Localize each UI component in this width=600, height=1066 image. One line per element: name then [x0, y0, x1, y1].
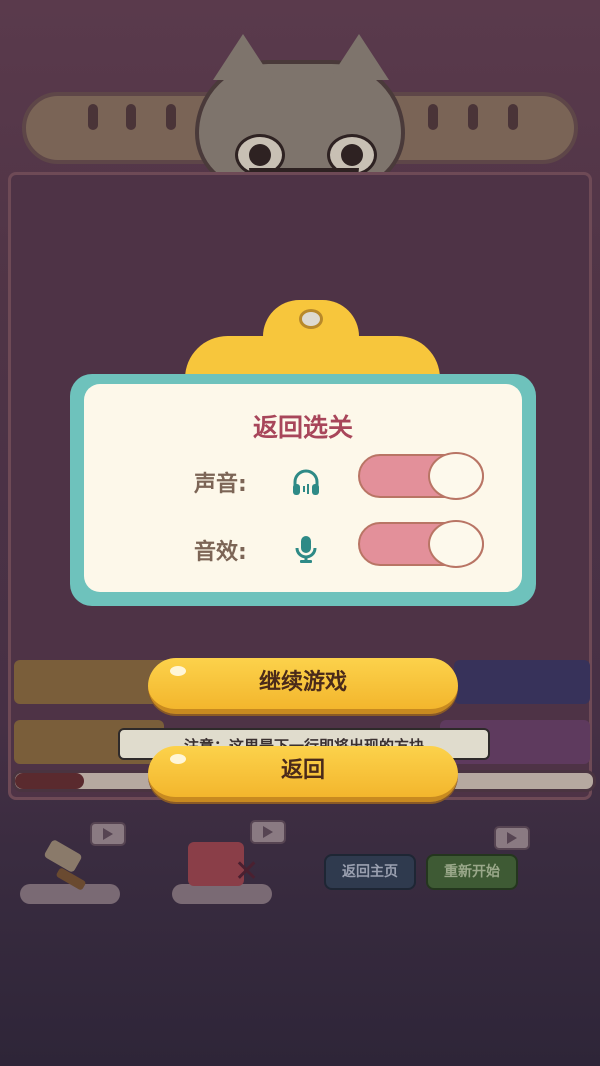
video-ad-icon — [90, 822, 126, 846]
back-label: 返回 — [280, 758, 325, 783]
continue-game-label: 继续游戏 — [258, 670, 347, 695]
back-button[interactable]: 返回 — [148, 746, 458, 802]
microphone-icon — [295, 536, 317, 563]
headphones-icon — [293, 469, 319, 495]
toggle-knob — [428, 520, 484, 568]
hammer-icon — [44, 840, 86, 890]
dialog-panel: 返回选关 声音: 音效: — [84, 384, 522, 592]
video-ad-icon — [494, 826, 530, 850]
video-ad-icon — [250, 820, 286, 844]
hammer-tool[interactable] — [20, 822, 130, 904]
sound-effect-label: 音效: — [194, 540, 247, 565]
dialog-title: 返回选关 — [252, 413, 353, 442]
sound-toggle[interactable] — [358, 452, 484, 500]
clip-ornament — [185, 300, 440, 384]
toggle-knob — [428, 452, 484, 500]
remove-block-tool[interactable]: ✕ — [172, 820, 286, 904]
restart-button[interactable]: 重新开始 — [426, 854, 518, 890]
continue-game-button[interactable]: 继续游戏 — [148, 658, 458, 714]
block-tile-blue — [454, 660, 590, 704]
settings-dialog: 返回选关 声音: 音效: — [70, 374, 536, 606]
cross-icon: ✕ — [234, 854, 260, 889]
sound-label: 声音: — [194, 472, 247, 497]
progress-fill — [15, 773, 85, 789]
sound-effect-toggle[interactable] — [358, 520, 484, 568]
home-button[interactable]: 返回主页 — [324, 854, 416, 890]
cat-mascot — [195, 34, 405, 190]
